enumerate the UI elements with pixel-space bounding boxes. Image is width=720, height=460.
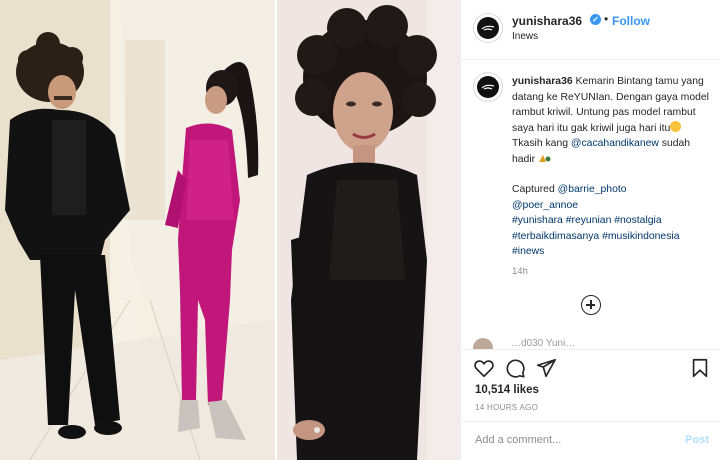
post-subtitle[interactable]: Inews [512, 31, 538, 42]
verified-badge-icon: ✓ [590, 14, 601, 25]
profile-logo-icon [477, 76, 499, 98]
photo-portrait-illustration [277, 0, 460, 460]
photo-duo-hallway [0, 0, 275, 460]
heart-icon[interactable] [473, 357, 495, 379]
hashtag-link[interactable]: #yunishara #reyunian #nostalgia [512, 215, 662, 226]
caption-avatar[interactable] [473, 72, 503, 102]
load-more-comments-button[interactable] [581, 295, 601, 315]
caption-relative-time: 14h [512, 266, 528, 277]
mention-link[interactable]: @poer_annoe [512, 200, 578, 211]
mention-link[interactable]: @barrie_photo [558, 184, 627, 195]
follow-button[interactable]: Follow [612, 14, 650, 28]
avatar[interactable] [473, 13, 503, 43]
comment-icon[interactable] [504, 357, 526, 379]
post-media[interactable] [0, 0, 460, 460]
like-count[interactable]: 10,514 likes [475, 384, 539, 396]
comment-preview-text: …d030 Yuni… [511, 338, 576, 349]
bookmark-icon[interactable] [689, 357, 711, 379]
post-actions: 10,514 likes 14 HOURS AGO [461, 349, 720, 419]
comment-input[interactable] [475, 434, 675, 446]
share-icon[interactable] [535, 357, 557, 379]
post-caption: yunishara36 Kemarin Bintang tamu yang da… [512, 74, 712, 260]
post-username[interactable]: yunishara36 [512, 14, 582, 28]
post-header: yunishara36 ✓ • Follow Inews [461, 0, 720, 60]
comments-section[interactable]: yunishara36 Kemarin Bintang tamu yang da… [461, 60, 720, 350]
photo-portrait [277, 0, 460, 460]
caption-text-4: Captured [512, 184, 558, 195]
caption-text-2: Tkasih kang [512, 138, 571, 149]
photo-duo-illustration [0, 0, 275, 460]
separator-dot: • [604, 12, 609, 26]
add-comment-bar: Post [461, 421, 720, 460]
hashtag-link[interactable]: #inews [512, 246, 544, 257]
caption-username[interactable]: yunishara36 [512, 76, 573, 87]
post-comment-button[interactable]: Post [685, 434, 709, 446]
post-side-panel: yunishara36 ✓ • Follow Inews yunishara36… [460, 0, 720, 460]
wink-emoji-icon [670, 120, 682, 132]
party-emoji-icon [539, 154, 551, 162]
mention-link[interactable]: @cacahandikanew [571, 138, 659, 149]
profile-logo-icon [477, 17, 499, 39]
post-timestamp[interactable]: 14 HOURS AGO [475, 403, 538, 412]
hashtag-link[interactable]: #terbaikdimasanya #musikindonesia [512, 231, 680, 242]
